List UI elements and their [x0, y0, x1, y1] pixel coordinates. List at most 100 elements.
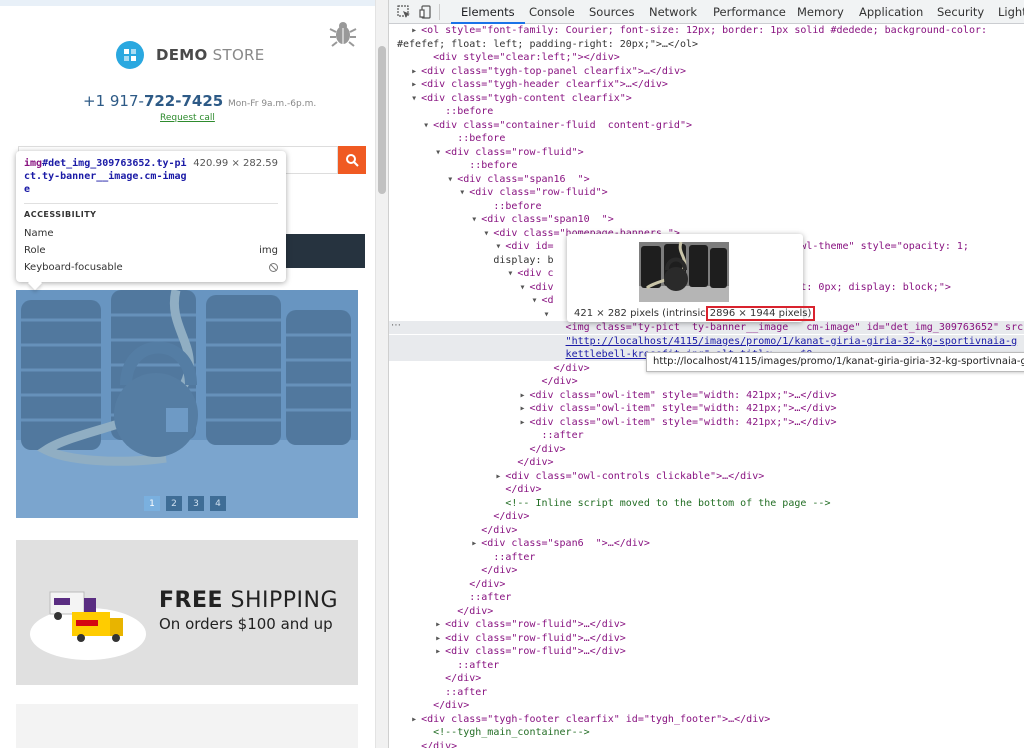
expand-toggle-icon[interactable]: ▸: [411, 78, 421, 91]
tab-sources[interactable]: Sources: [589, 0, 635, 24]
dom-line[interactable]: "http://localhost/4115/images/promo/1/ka…: [389, 334, 1024, 348]
expand-toggle-icon[interactable]: ▾: [531, 294, 541, 307]
dom-line[interactable]: ▸ <div class="span6 ">…</div>: [389, 537, 1024, 550]
tab-console[interactable]: Console: [529, 0, 575, 24]
dom-line[interactable]: ::before: [389, 200, 1024, 213]
dom-line[interactable]: </div>: [389, 578, 1024, 591]
pager-dot-2[interactable]: 2: [166, 496, 182, 511]
page-scrollbar-thumb[interactable]: [378, 46, 386, 194]
pager-dot-3[interactable]: 3: [188, 496, 204, 511]
banner-image[interactable]: 1 2 3 4: [16, 290, 358, 518]
dom-line[interactable]: ::after: [389, 591, 1024, 604]
dom-line-text: <div class="row-fluid">: [445, 146, 584, 158]
dom-line[interactable]: </div>: [389, 483, 1024, 496]
dom-line[interactable]: ▸ <ol style="font-family: Courier; font-s…: [389, 24, 1024, 37]
dom-line[interactable]: ::after: [389, 686, 1024, 699]
free-shipping-banner[interactable]: FREE SHIPPING On orders $100 and up: [16, 540, 358, 685]
dom-line[interactable]: ▸ <div class="tygh-header clearfix">…</di…: [389, 78, 1024, 91]
dom-line[interactable]: <div style="clear:left;"></div>: [389, 51, 1024, 64]
dom-line[interactable]: </div>: [389, 672, 1024, 685]
pager-dot-4[interactable]: 4: [210, 496, 226, 511]
bug-icon[interactable]: [328, 18, 358, 48]
pager-dot-1[interactable]: 1: [144, 496, 160, 511]
expand-toggle-icon[interactable]: ▸: [411, 65, 421, 78]
dom-line[interactable]: ::before: [389, 132, 1024, 145]
dom-line[interactable]: #efefef; float: left; padding-right: 20p…: [389, 38, 1024, 51]
expand-toggle-icon[interactable]: ▾: [544, 308, 554, 321]
dom-tree[interactable]: ▸ <ol style="font-family: Courier; font-s…: [389, 24, 1024, 748]
expand-toggle-icon[interactable]: ▾: [435, 146, 445, 159]
store-logo[interactable]: DEMO STORE: [116, 40, 265, 70]
dom-line[interactable]: ::after: [389, 429, 1024, 442]
tab-security[interactable]: Security: [937, 0, 984, 24]
expand-toggle-icon[interactable]: ▾: [423, 119, 433, 132]
dom-line[interactable]: ▸ <div class="row-fluid">…</div>: [389, 632, 1024, 645]
expand-toggle-icon[interactable]: ▸: [519, 389, 529, 402]
dom-line[interactable]: </div>: [389, 699, 1024, 712]
dom-line[interactable]: </div>: [389, 510, 1024, 523]
inspect-element-icon[interactable]: [397, 5, 411, 19]
expand-toggle-icon[interactable]: ▸: [435, 618, 445, 631]
expand-toggle-icon[interactable]: ▾: [507, 267, 517, 280]
dom-line[interactable]: ▸ <div class="owl-item" style="width: 421…: [389, 416, 1024, 429]
dom-line[interactable]: </div>: [389, 443, 1024, 456]
dom-line[interactable]: ::after: [389, 551, 1024, 564]
dom-line[interactable]: ▸ <div class="owl-controls clickable">…</…: [389, 470, 1024, 483]
dom-line[interactable]: ▾ <div class="row-fluid">: [389, 186, 1024, 199]
dom-line[interactable]: </div>: [389, 456, 1024, 469]
tab-lighthouse[interactable]: Lighth: [998, 0, 1024, 24]
dom-line[interactable]: ::before: [389, 105, 1024, 118]
expand-toggle-icon[interactable]: ▸: [435, 632, 445, 645]
dom-line[interactable]: <!--tygh_main_container-->: [389, 726, 1024, 739]
expand-toggle-icon[interactable]: ▾: [519, 281, 529, 294]
dom-line[interactable]: ▸ <div class="row-fluid">…</div>: [389, 618, 1024, 631]
expand-toggle-icon[interactable]: ▸: [411, 24, 421, 37]
tab-application[interactable]: Application: [859, 0, 923, 24]
expand-toggle-icon[interactable]: ▸: [471, 537, 481, 550]
dom-line[interactable]: ::before: [389, 159, 1024, 172]
search-button[interactable]: [338, 146, 366, 174]
dom-line-text: <div class="tygh-header clearfix">…</div…: [421, 79, 668, 90]
dom-line[interactable]: <img class="ty-pict ty-banner__image cm-…: [389, 321, 1024, 334]
more-options-dots[interactable]: ⋯: [391, 320, 401, 331]
tab-performance[interactable]: Performance: [713, 0, 786, 24]
dom-line[interactable]: </div>: [389, 375, 1024, 388]
expand-toggle-icon[interactable]: ▸: [519, 402, 529, 415]
device-toolbar-icon[interactable]: [419, 5, 433, 19]
dom-line[interactable]: ▸ <div class="row-fluid">…</div>: [389, 645, 1024, 658]
dom-line[interactable]: ▾ <div class="tygh-content clearfix">: [389, 92, 1024, 105]
expand-toggle-icon[interactable]: ▾: [483, 227, 493, 240]
request-call-link[interactable]: Request call: [160, 113, 215, 123]
expand-toggle-icon[interactable]: ▾: [459, 186, 469, 199]
expand-toggle-icon[interactable]: ▾: [447, 173, 457, 186]
page-scrollbar[interactable]: [375, 0, 388, 748]
devtools-panel: Elements Console Sources Network Perform…: [388, 0, 1024, 748]
dom-line[interactable]: </div>: [389, 524, 1024, 537]
expand-toggle-icon[interactable]: ▸: [435, 645, 445, 658]
dom-line[interactable]: </div>: [389, 740, 1024, 748]
expand-toggle-icon[interactable]: ▸: [495, 470, 505, 483]
dom-line[interactable]: ▾ <div class="container-fluid content-gri…: [389, 119, 1024, 132]
dom-line-text: <div class="owl-controls clickable">…</d…: [505, 470, 765, 482]
dom-line[interactable]: ▸ <div class="tygh-top-panel clearfix">…<…: [389, 65, 1024, 78]
dom-line[interactable]: </div>: [389, 564, 1024, 577]
dom-line[interactable]: ▾ <div class="span10 ">: [389, 213, 1024, 226]
tab-elements[interactable]: Elements: [451, 0, 525, 24]
expand-toggle-icon[interactable]: ▾: [411, 92, 421, 105]
expand-toggle-icon[interactable]: ▾: [495, 240, 505, 253]
dom-line[interactable]: ▸ <div class="owl-item" style="width: 421…: [389, 389, 1024, 402]
tab-network[interactable]: Network: [649, 0, 697, 24]
dom-line-text: <div class="tygh-content clearfix">: [421, 92, 632, 104]
expand-toggle-icon[interactable]: ▸: [411, 713, 421, 726]
expand-toggle-icon[interactable]: ▸: [519, 416, 529, 429]
dom-line[interactable]: <!-- Inline script moved to the bottom o…: [389, 497, 1024, 510]
dom-line[interactable]: ::after: [389, 659, 1024, 672]
tab-memory[interactable]: Memory: [797, 0, 844, 24]
dom-line[interactable]: ▾ <div class="span16 ">: [389, 173, 1024, 186]
dom-line[interactable]: ▾ <div class="row-fluid">: [389, 146, 1024, 159]
dom-line[interactable]: ▸ <div class="tygh-footer clearfix" id="t…: [389, 713, 1024, 726]
dom-line[interactable]: </div>: [389, 605, 1024, 618]
expand-toggle-icon[interactable]: ▾: [471, 213, 481, 226]
dom-line[interactable]: ▸ <div class="owl-item" style="width: 421…: [389, 402, 1024, 415]
devtools-tabbar: Elements Console Sources Network Perform…: [389, 0, 1024, 24]
